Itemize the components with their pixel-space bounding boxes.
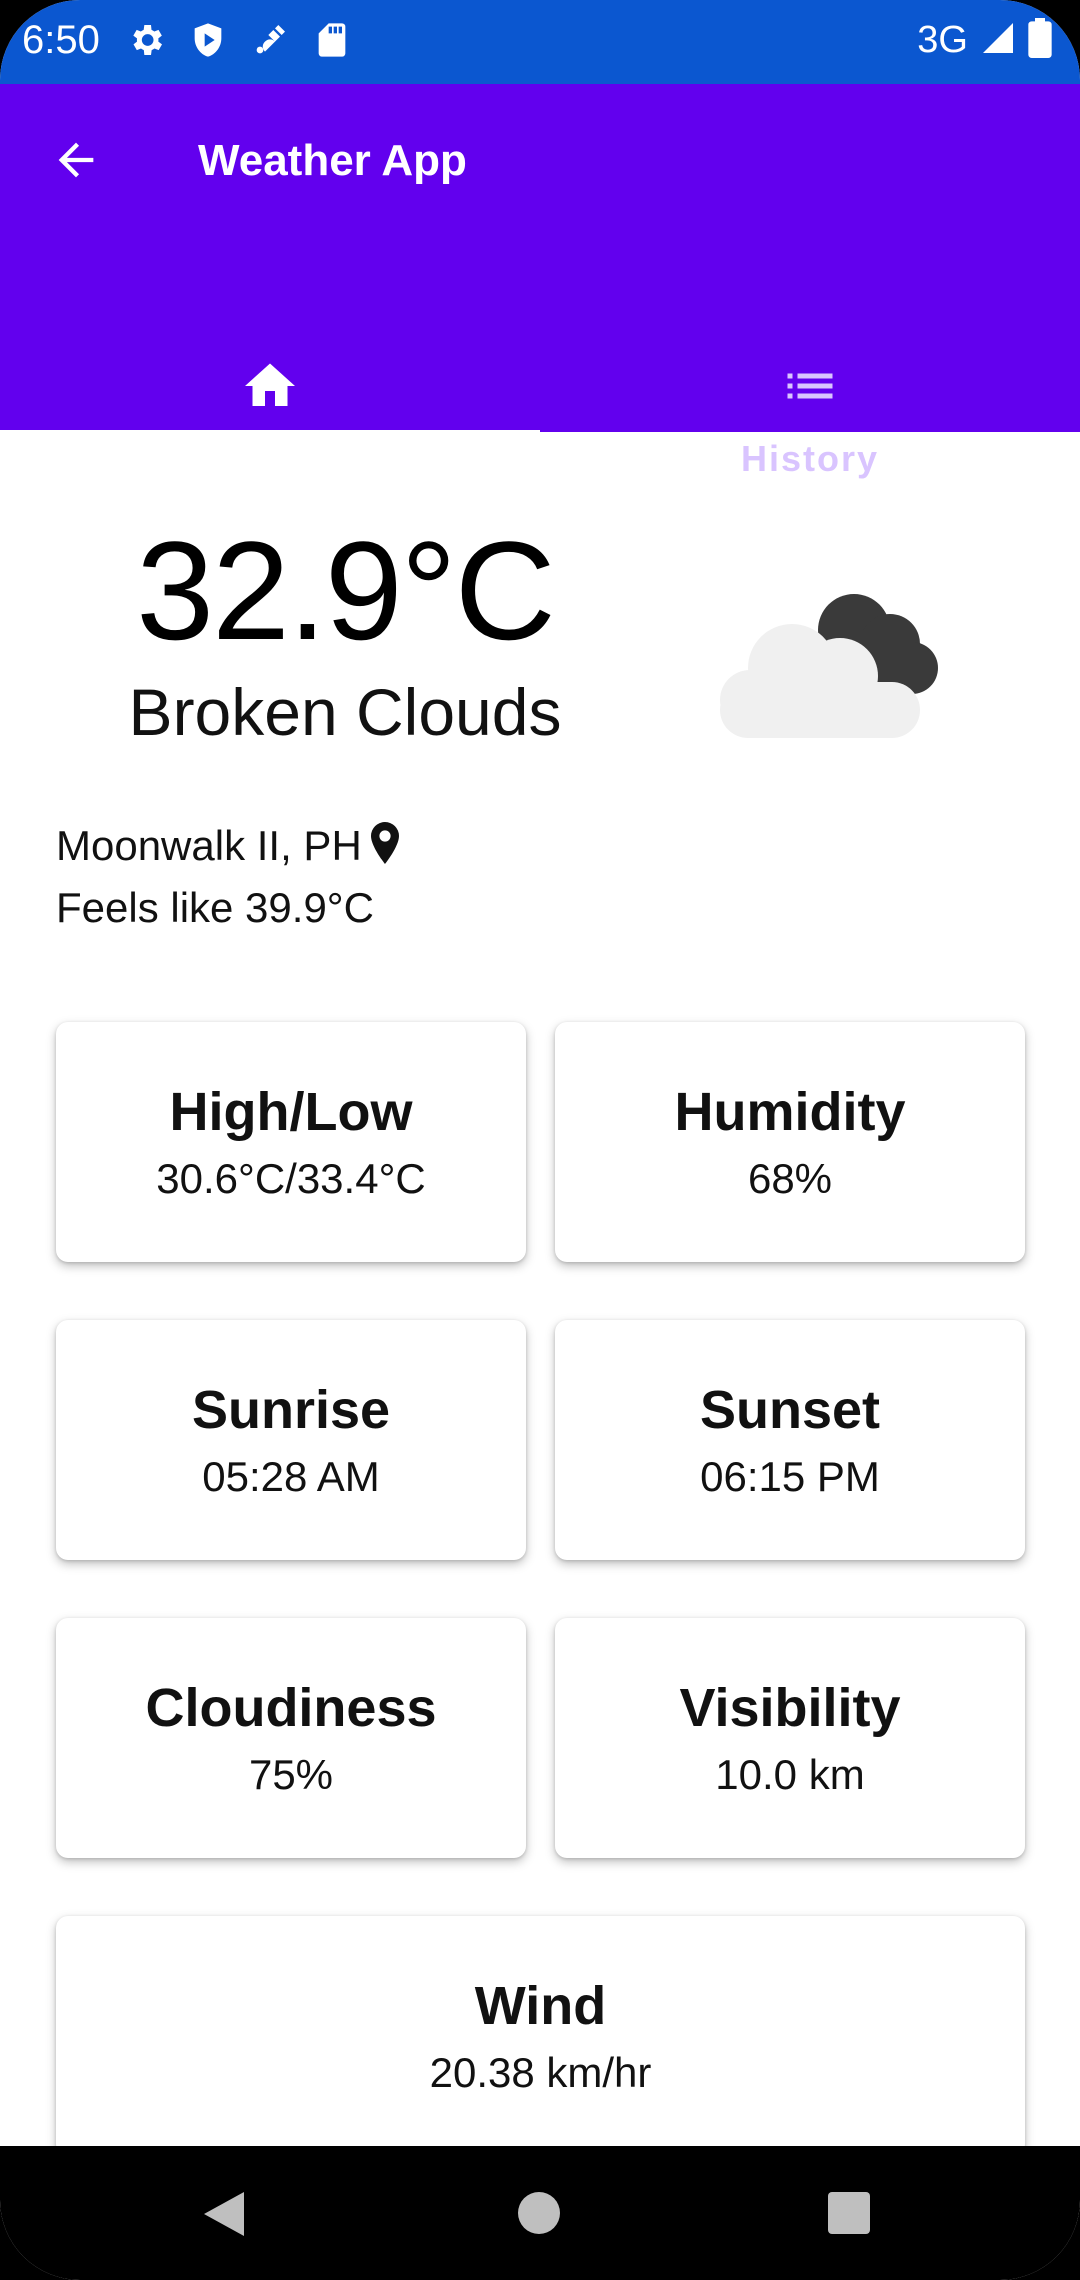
card-humidity: Humidity 68% (555, 1022, 1025, 1262)
app-bar: Weather App Home History (0, 84, 1080, 479)
card-value: 10.0 km (715, 1751, 865, 1798)
shield-play-icon (188, 20, 228, 65)
card-title: Sunset (699, 1380, 881, 1440)
card-visibility: Visibility 10.0 km (555, 1618, 1025, 1858)
settings-icon (126, 20, 166, 65)
card-title: Visibility (679, 1678, 901, 1738)
sd-card-icon (312, 20, 352, 65)
location-name: Moonwalk II, PH (56, 822, 362, 869)
app-title: Weather App (198, 136, 467, 185)
tab-bar: Home History (0, 260, 1080, 479)
card-title: High/Low (169, 1082, 413, 1142)
location-pin-icon (368, 822, 402, 869)
status-bar: 6:50 3G (0, 0, 1080, 84)
tab-home-label: Home (215, 438, 325, 479)
arrow-back-icon (50, 134, 102, 191)
card-sunset: Sunset 06:15 PM (555, 1320, 1025, 1560)
tab-indicator (540, 426, 1080, 432)
card-value: 20.38 km/hr (429, 2049, 652, 2096)
battery-icon (1028, 18, 1052, 63)
status-notification-icons (126, 20, 352, 65)
phone-screen: 6:50 3G Weather App Home History 32.9°C … (0, 0, 1080, 2280)
card-title: Wind (474, 1976, 607, 2036)
card-sunrise: Sunrise 05:28 AM (56, 1320, 526, 1560)
tab-history-label: History (740, 438, 880, 479)
card-value: 30.6°C/33.4°C (156, 1155, 426, 1202)
status-time: 6:50 (22, 18, 100, 62)
network-type: 3G (917, 19, 968, 61)
system-nav-bar (0, 2146, 1080, 2280)
satellite-icon (250, 20, 290, 65)
tab-history[interactable]: History (540, 260, 1080, 479)
card-value: 06:15 PM (700, 1453, 880, 1500)
weather-condition: Broken Clouds (128, 675, 562, 749)
card-value: 68% (747, 1155, 833, 1202)
location-row: Moonwalk II, PH (56, 822, 402, 870)
current-temperature: 32.9°C (136, 512, 556, 669)
list-icon (780, 356, 840, 421)
card-title: Sunrise (191, 1380, 391, 1440)
signal-icon (980, 20, 1016, 61)
back-button[interactable] (44, 130, 108, 194)
card-high-low: High/Low 30.6°C/33.4°C (56, 1022, 526, 1262)
feels-like: Feels like 39.9°C (56, 884, 374, 931)
card-value: 75% (248, 1751, 334, 1798)
card-cloudiness: Cloudiness 75% (56, 1618, 526, 1858)
broken-clouds-icon (712, 572, 952, 742)
nav-recents-icon[interactable] (828, 2192, 870, 2234)
card-value: 05:28 AM (202, 1453, 380, 1500)
status-right: 3G (917, 18, 1052, 63)
tab-home[interactable]: Home (0, 260, 540, 479)
nav-home-icon[interactable] (518, 2192, 560, 2234)
nav-back-icon[interactable] (204, 2192, 244, 2241)
card-title: Cloudiness (145, 1678, 437, 1738)
card-wind: Wind 20.38 km/hr (56, 1916, 1025, 2156)
card-title: Humidity (674, 1082, 906, 1142)
home-icon (240, 356, 300, 421)
